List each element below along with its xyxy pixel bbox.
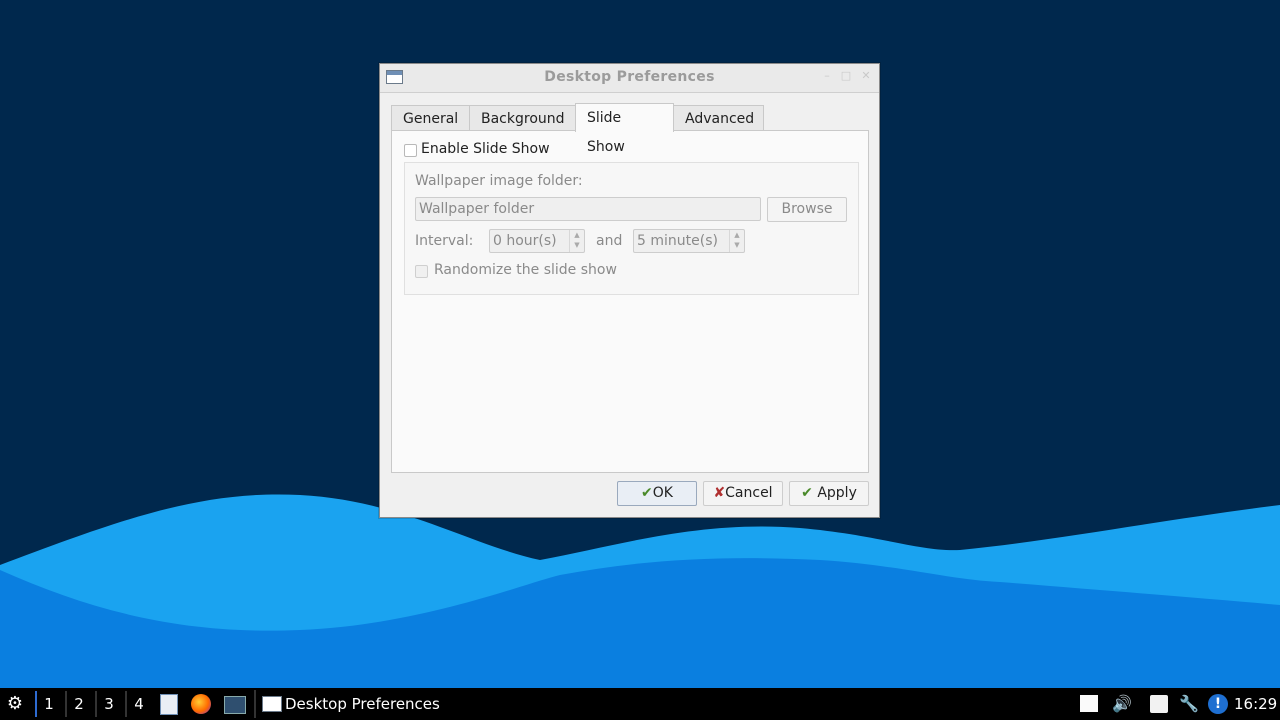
cancel-button[interactable]: ✘Cancel — [703, 481, 783, 506]
minutes-spinbox[interactable]: 5 minute(s) ▲ ▼ — [633, 229, 745, 253]
clock[interactable]: 16:29 — [1234, 688, 1277, 720]
workspace-separator — [65, 691, 67, 717]
enable-slide-show-checkbox[interactable] — [404, 144, 417, 157]
notes-icon[interactable] — [1150, 695, 1168, 713]
network-icon[interactable]: 🔧 — [1178, 688, 1200, 720]
wallpaper-folder-label: Wallpaper image folder: — [415, 173, 583, 189]
tab-background[interactable]: Background — [469, 105, 576, 131]
apply-label: Apply — [817, 485, 857, 501]
slide-show-options-group: Wallpaper image folder: Wallpaper folder… — [404, 162, 859, 295]
firefox-icon[interactable] — [191, 694, 211, 714]
taskbar: ⚙ 1 2 3 4 Desktop Preferences 🔊 🔧 ! 16:2… — [0, 688, 1280, 720]
randomize-checkbox[interactable] — [415, 265, 428, 278]
and-label: and — [596, 233, 623, 249]
hours-spinbox[interactable]: 0 hour(s) ▲ ▼ — [489, 229, 585, 253]
workspace-separator — [35, 691, 37, 717]
hours-value: 0 hour(s) — [493, 233, 557, 249]
start-menu-icon[interactable]: ⚙ — [4, 688, 26, 720]
enable-slide-show-label[interactable]: Enable Slide Show — [421, 141, 550, 157]
slide-show-panel: Enable Slide Show Wallpaper image folder… — [391, 130, 869, 473]
ok-check-icon: ✔ — [641, 485, 653, 501]
workspace-2[interactable]: 2 — [68, 693, 90, 715]
maximize-icon[interactable]: □ — [839, 69, 853, 83]
randomize-label[interactable]: Randomize the slide show — [434, 262, 617, 278]
tab-slide-show[interactable]: Slide Show — [575, 103, 674, 155]
workspace-separator — [125, 691, 127, 717]
tab-general[interactable]: General — [391, 105, 470, 131]
volume-icon[interactable]: 🔊 — [1111, 688, 1133, 720]
desktop-preferences-dialog: Desktop Preferences – □ ✕ General Backgr… — [379, 63, 880, 518]
window-titlebar[interactable]: Desktop Preferences – □ ✕ — [380, 64, 879, 93]
ok-label: OK — [652, 485, 673, 501]
taskbar-separator — [254, 690, 256, 718]
task-desktop-preferences[interactable]: Desktop Preferences — [285, 688, 440, 720]
workspace-3[interactable]: 3 — [98, 693, 120, 715]
apply-check-icon: ✔ — [801, 485, 813, 501]
window-title: Desktop Preferences — [544, 69, 715, 85]
workspace-1[interactable]: 1 — [38, 693, 60, 715]
desktop-icon[interactable] — [224, 696, 246, 714]
interval-label: Interval: — [415, 233, 474, 249]
workspace-4[interactable]: 4 — [128, 693, 150, 715]
wallpaper-folder-input[interactable]: Wallpaper folder — [415, 197, 761, 221]
cancel-x-icon: ✘ — [713, 485, 726, 501]
minutes-spin-arrows-icon[interactable]: ▲ ▼ — [729, 230, 744, 252]
browse-button[interactable]: Browse — [767, 197, 847, 222]
workspace-separator — [95, 691, 97, 717]
hours-spin-arrows-icon[interactable]: ▲ ▼ — [569, 230, 584, 252]
apply-button[interactable]: ✔ Apply — [789, 481, 869, 506]
tab-advanced[interactable]: Advanced — [673, 105, 764, 131]
minimize-icon[interactable]: – — [820, 69, 834, 83]
file-manager-icon[interactable] — [160, 694, 178, 715]
close-icon[interactable]: ✕ — [859, 69, 873, 83]
minutes-value: 5 minute(s) — [637, 233, 718, 249]
window-task-icon — [262, 696, 282, 712]
update-alert-icon[interactable]: ! — [1208, 694, 1228, 714]
ok-button[interactable]: ✔OK — [617, 481, 697, 506]
clipboard-icon[interactable] — [1080, 695, 1098, 712]
cancel-label: Cancel — [725, 485, 773, 501]
